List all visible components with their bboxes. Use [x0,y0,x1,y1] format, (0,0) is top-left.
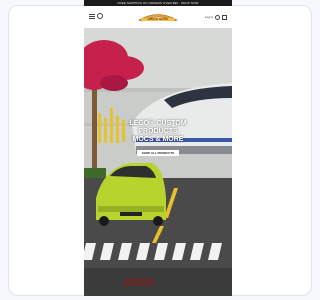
header-actions: Log in [205,14,227,20]
hero-title-line: LEGO® CUSTOM [129,120,187,127]
mobile-storefront: FREE SHIPPING ON ORDERS OVER $99 · SHOP … [84,0,232,296]
search-icon[interactable] [97,13,103,19]
hero-title-line: MOCS & MORE [132,136,184,143]
site-header: BRICK SHOP Log in [84,6,232,28]
cart-icon[interactable] [222,14,227,20]
logo-text: BRICK SHOP [147,17,169,21]
login-link[interactable]: Log in [205,15,213,19]
menu-icon[interactable] [89,14,95,19]
hero-title-line: PRODUCTS [138,128,178,135]
account-icon[interactable] [215,14,220,20]
announcement-text: FREE SHIPPING ON ORDERS OVER $99 · SHOP … [117,1,199,5]
logo[interactable]: BRICK SHOP [137,9,179,24]
hero-image [84,28,232,296]
shop-all-button[interactable]: SHOP ALL PRODUCTS [137,150,179,156]
hero-title: LEGO® CUSTOM PRODUCTS MOCS & MORE [84,120,232,144]
